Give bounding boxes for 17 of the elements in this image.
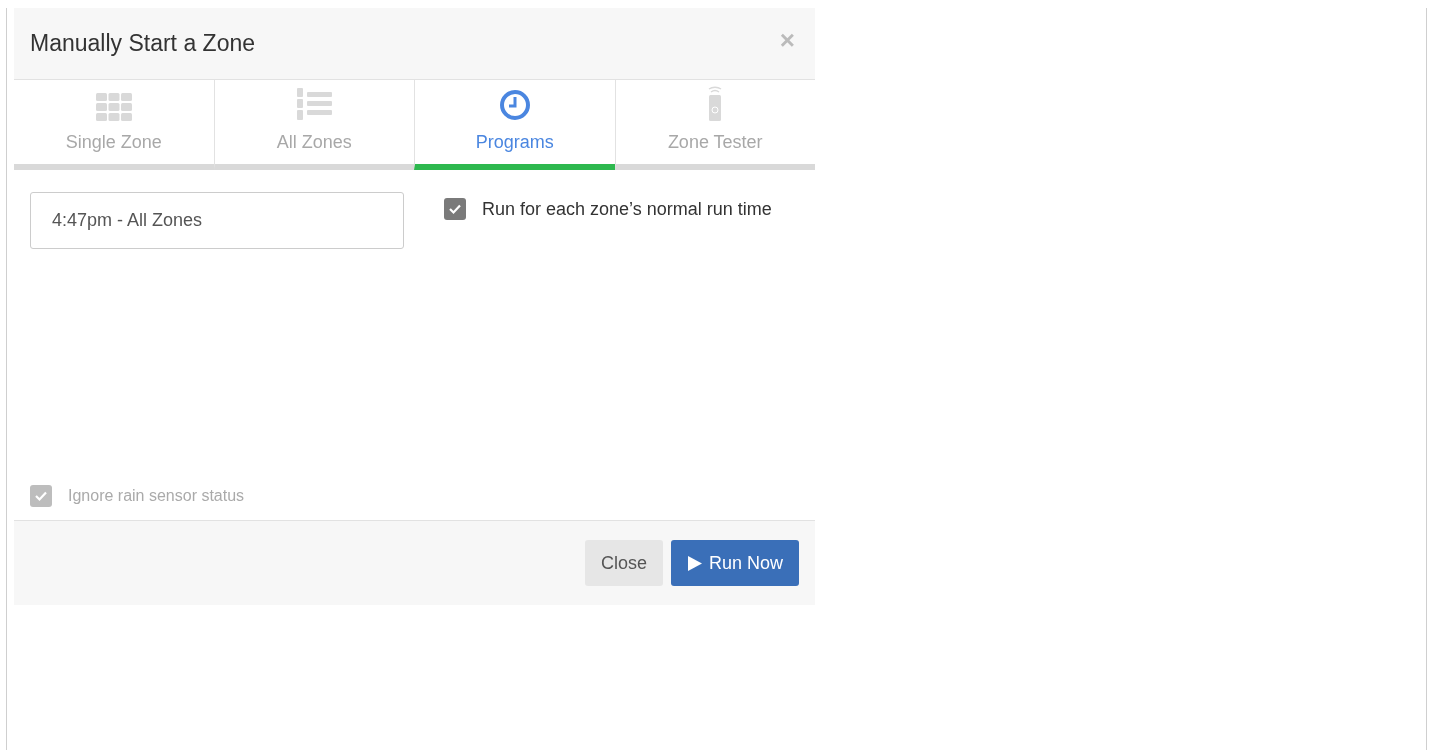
- clock-icon: [498, 89, 531, 121]
- close-button[interactable]: Close: [584, 540, 663, 586]
- tab[interactable]: Programs: [414, 80, 615, 170]
- numbered-list-icon: [296, 87, 333, 121]
- tab[interactable]: Single Zone: [14, 80, 214, 170]
- program-select[interactable]: 4:47pm - All Zones: [30, 192, 404, 249]
- checkbox-label: Run for each zone’s normal run time: [482, 198, 772, 221]
- tab[interactable]: Zone Tester: [614, 80, 815, 170]
- play-icon: [686, 554, 703, 572]
- tab[interactable]: All Zones: [213, 80, 414, 170]
- check-icon: [448, 202, 462, 216]
- check-icon: [34, 489, 48, 503]
- dialog-title: Manually Start a Zone: [30, 29, 255, 59]
- run-now-button[interactable]: Run Now: [670, 540, 799, 586]
- checkbox[interactable]: [444, 198, 466, 220]
- checkbox-label: Ignore rain sensor status: [68, 486, 245, 506]
- grid-icon: [95, 93, 132, 121]
